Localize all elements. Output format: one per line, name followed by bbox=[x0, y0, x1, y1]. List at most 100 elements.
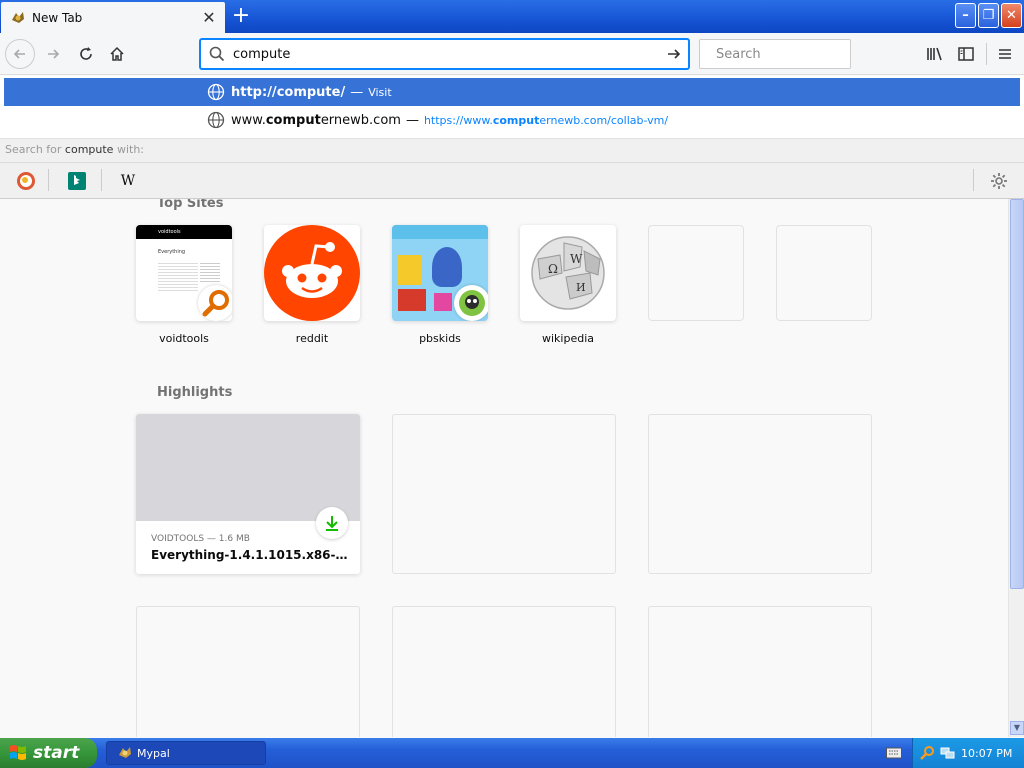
top-site-reddit[interactable]: reddit bbox=[264, 225, 360, 345]
bing-icon[interactable] bbox=[65, 169, 89, 193]
highlight-placeholder bbox=[648, 606, 872, 737]
back-arrow-icon bbox=[13, 49, 25, 59]
tab-new-tab[interactable]: New Tab ✕ bbox=[1, 2, 225, 33]
scrollbar-thumb[interactable] bbox=[1010, 199, 1024, 589]
search-input[interactable] bbox=[716, 46, 886, 62]
top-site-thumbnail: Ω W И bbox=[520, 225, 616, 321]
navigation-toolbar bbox=[0, 33, 1024, 75]
gear-icon[interactable] bbox=[987, 169, 1011, 193]
new-tab-page: Top Sites voidtools Everything voidtools bbox=[0, 199, 1008, 737]
highlight-meta: VOIDTOOLS — 1.6 MB bbox=[151, 534, 250, 544]
plus-icon[interactable]: + bbox=[228, 4, 254, 30]
start-button[interactable]: start bbox=[0, 738, 97, 768]
top-site-thumbnail bbox=[264, 225, 360, 321]
network-icon[interactable] bbox=[940, 745, 956, 761]
top-site-label: reddit bbox=[295, 332, 329, 345]
top-site-label: wikipedia bbox=[541, 332, 594, 345]
menu-button[interactable] bbox=[990, 39, 1020, 69]
thumbnail-content bbox=[432, 247, 462, 287]
title-bar: New Tab ✕ + – ❐ ✕ bbox=[0, 0, 1024, 33]
autocomplete-row-visit[interactable]: http://compute/ — Visit bbox=[4, 78, 1020, 106]
top-site-voidtools[interactable]: voidtools Everything voidtools bbox=[136, 225, 232, 345]
restore-icon[interactable]: ❐ bbox=[978, 3, 999, 28]
reddit-logo-icon bbox=[264, 225, 360, 321]
vertical-scrollbar[interactable]: ▼ bbox=[1008, 199, 1024, 737]
keyboard-icon[interactable] bbox=[886, 746, 902, 760]
search-with-label: Search for compute with: bbox=[0, 138, 1024, 162]
magnifier-icon bbox=[198, 285, 232, 321]
sidebar-icon bbox=[958, 47, 974, 61]
window-controls: – ❐ ✕ bbox=[955, 3, 1022, 28]
close-icon[interactable]: ✕ bbox=[199, 8, 219, 28]
top-site-wikipedia[interactable]: Ω W И wikipedia bbox=[520, 225, 616, 345]
top-site-pbskids[interactable]: pbskids bbox=[392, 225, 488, 345]
toolbar-separator bbox=[986, 43, 987, 65]
back-button[interactable] bbox=[5, 39, 35, 69]
separator-dash: — bbox=[350, 84, 364, 100]
taskbar: start Mypal 10:07 PM bbox=[0, 738, 1024, 768]
magnifier-tray-icon[interactable] bbox=[919, 745, 935, 761]
top-site-placeholder bbox=[648, 225, 744, 321]
thumbnail-content bbox=[158, 263, 198, 293]
search-bar[interactable] bbox=[699, 39, 886, 69]
library-icon bbox=[927, 47, 942, 61]
top-sites-heading: Top Sites bbox=[157, 199, 224, 211]
tab-title: New Tab bbox=[32, 10, 83, 25]
autocomplete-action: Visit bbox=[368, 85, 392, 99]
start-label: start bbox=[33, 743, 80, 763]
top-site-label: pbskids bbox=[419, 332, 461, 345]
taskbar-item-mypal[interactable]: Mypal bbox=[106, 741, 266, 765]
wikipedia-icon[interactable]: W bbox=[116, 169, 140, 193]
autocomplete-title: www.computernewb.com bbox=[231, 112, 401, 128]
engine-separator bbox=[101, 169, 102, 191]
engine-separator bbox=[48, 169, 49, 191]
reload-icon bbox=[80, 47, 92, 60]
top-site-empty[interactable] bbox=[776, 225, 872, 321]
thumbnail-content bbox=[398, 255, 422, 285]
top-site-placeholder bbox=[776, 225, 872, 321]
autocomplete-url: http://compute/ bbox=[231, 84, 346, 100]
close-window-icon[interactable]: ✕ bbox=[1001, 3, 1022, 28]
globe-icon bbox=[207, 83, 225, 101]
forward-button[interactable] bbox=[38, 39, 68, 69]
go-arrow-icon[interactable] bbox=[666, 46, 682, 62]
forward-arrow-icon bbox=[48, 49, 60, 59]
one-off-search-engines: W bbox=[0, 162, 1024, 198]
system-tray: 10:07 PM bbox=[912, 738, 1024, 768]
minimize-icon[interactable]: – bbox=[955, 3, 976, 28]
highlights-heading: Highlights bbox=[157, 385, 233, 400]
url-bar[interactable] bbox=[200, 39, 689, 69]
highlight-placeholder bbox=[392, 414, 616, 574]
hamburger-menu-icon bbox=[999, 49, 1011, 59]
windows-logo-icon bbox=[10, 745, 26, 760]
scroll-down-arrow-icon[interactable]: ▼ bbox=[1010, 721, 1024, 735]
top-site-empty[interactable] bbox=[648, 225, 744, 321]
globe-icon bbox=[207, 111, 225, 129]
autocomplete-row-site[interactable]: www.computernewb.com — https://www.compu… bbox=[4, 106, 1020, 134]
duckduckgo-icon[interactable] bbox=[14, 169, 38, 193]
mypal-favicon-icon bbox=[12, 11, 24, 23]
highlight-card[interactable]: VOIDTOOLS — 1.6 MB Everything-1.4.1.1015… bbox=[136, 414, 360, 574]
url-input[interactable] bbox=[233, 41, 666, 67]
pbskids-logo-icon bbox=[454, 285, 488, 321]
reload-button[interactable] bbox=[71, 39, 101, 69]
svg-text:Ω: Ω bbox=[548, 262, 558, 276]
taskbar-item-label: Mypal bbox=[137, 746, 170, 760]
highlight-placeholder bbox=[648, 414, 872, 574]
home-icon bbox=[110, 46, 124, 61]
highlight-placeholder bbox=[392, 606, 616, 737]
top-site-label: voidtools bbox=[159, 332, 209, 345]
thumbnail-header bbox=[392, 225, 488, 239]
sidebar-button[interactable] bbox=[951, 39, 981, 69]
separator-dash: — bbox=[405, 112, 419, 128]
top-site-thumbnail bbox=[392, 225, 488, 321]
search-icon bbox=[209, 46, 225, 62]
wikipedia-globe-icon: Ω W И bbox=[531, 236, 605, 310]
library-button[interactable] bbox=[920, 39, 950, 69]
autocomplete-url: https://www.computernewb.com/collab-vm/ bbox=[423, 113, 669, 127]
thumbnail-content bbox=[200, 263, 220, 283]
autocomplete-popup: http://compute/ — Visit www.computernewb… bbox=[0, 76, 1024, 199]
home-button[interactable] bbox=[102, 39, 132, 69]
clock[interactable]: 10:07 PM bbox=[961, 747, 1012, 760]
highlight-placeholder bbox=[136, 606, 360, 737]
